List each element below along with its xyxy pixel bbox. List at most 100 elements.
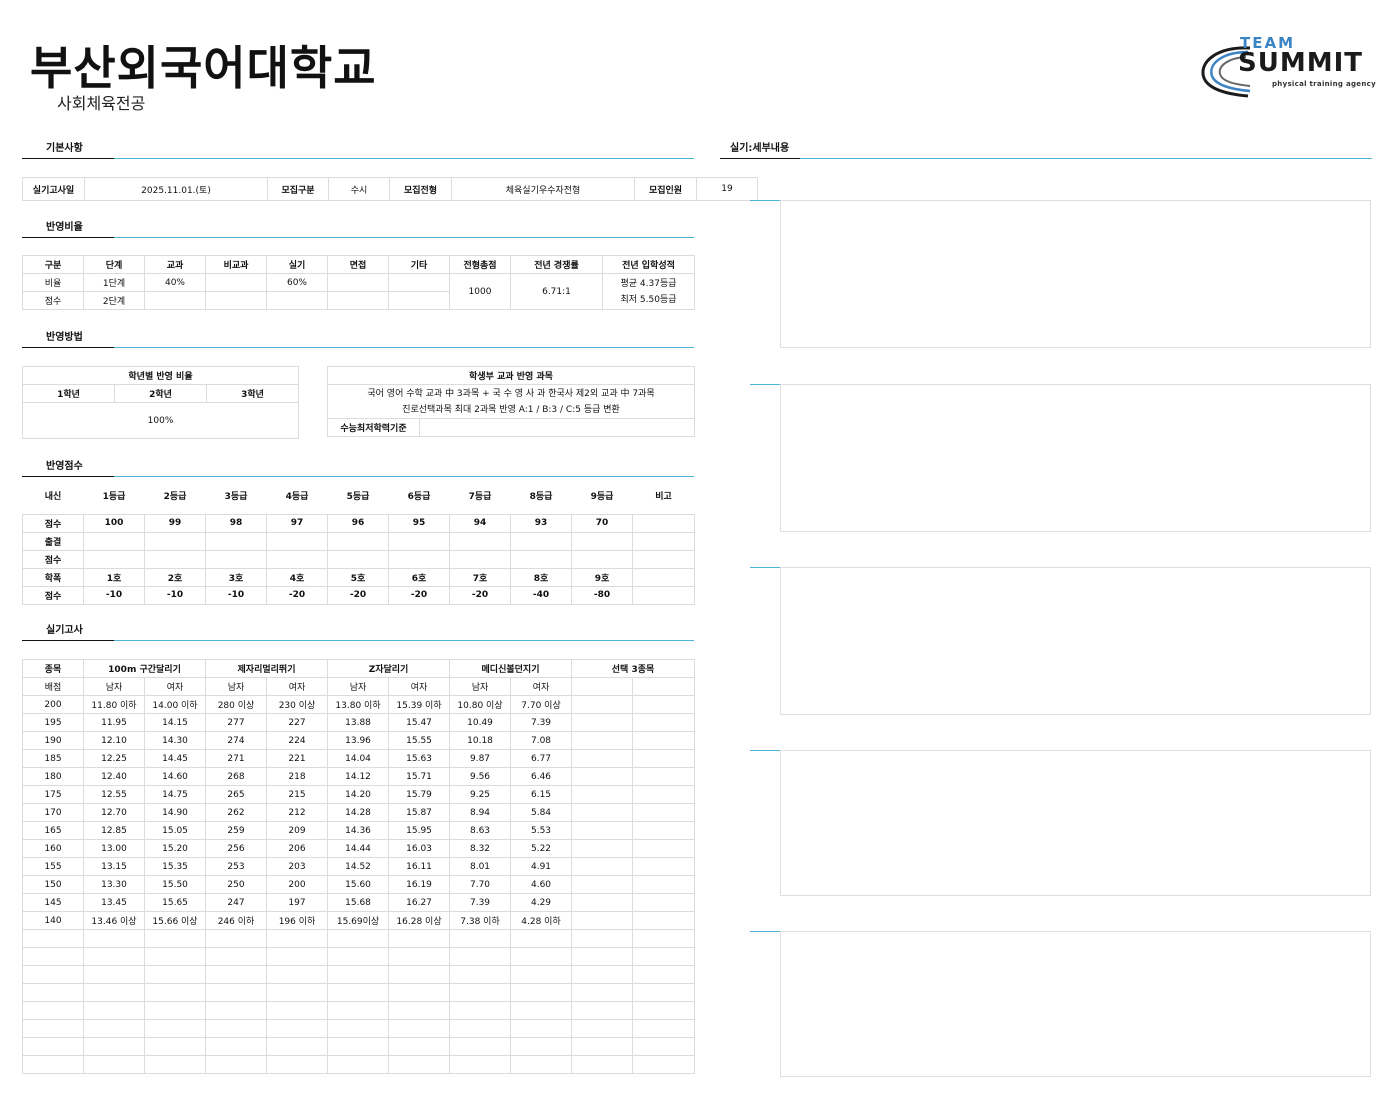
score-cell: 6호 [388,567,450,587]
ratio-table: 구분 단계 교과 비교과 실기 면접 기타 전형총점 전년 경쟁률 전년 입학성… [22,255,695,310]
ratio-competition: 6.71:1 [510,273,603,310]
table-row: 160 13.00 15.20 256 206 14.44 16.03 8.32 5.22 [22,839,696,858]
empty-cell [205,983,268,1002]
empty-cell [449,1001,512,1020]
ratio-header: 면접 [327,255,389,274]
csat-value [418,418,696,437]
practical-cell: 15.55 [388,731,451,750]
section-ratio: 반영비율 [22,221,694,241]
empty-cell [83,929,145,948]
team-summit-logo: TEAM SUMMIT physical training agency [1198,34,1382,100]
score-cell: -20 [449,585,511,605]
score-cell [449,549,511,569]
recruit-quota-label: 모집인원 [634,177,697,201]
ratio-header: 실기 [266,255,328,274]
section-ratio-label: 반영비율 [22,221,114,238]
empty-cell [571,983,634,1002]
empty-cell [22,1037,84,1056]
table-row: 195 11.95 14.15 277 227 13.88 15.47 10.49 7.39 [22,713,696,732]
practical-cell: 16.03 [388,839,451,858]
empty-cell [143,1001,207,1020]
score-cell [327,549,389,569]
table-row: 180 12.40 14.60 268 218 14.12 15.71 9.56 6.46 [22,767,696,786]
score-cell: 9호 [571,567,633,587]
empty-cell [327,1019,390,1038]
empty-cell [449,1037,512,1056]
empty-cell [143,983,207,1002]
female-header: 여자 [143,677,207,696]
empty-cell [266,965,329,984]
practical-cell: 16.11 [388,857,451,876]
empty-row [22,1055,696,1074]
empty-cell [449,965,512,984]
empty-cell [327,929,390,948]
practical-cell: 14.44 [327,839,390,858]
event-header: 종목 [22,659,84,678]
empty-cell [632,713,696,732]
score-cell: 4호 [266,567,328,587]
ratio-header: 구분 [22,255,84,274]
subject-line-2: 진로선택과목 최대 2과목 반영 A:1 / B:3 / C:5 등급 변환 [402,404,620,415]
empty-cell [205,1001,268,1020]
empty-cell [571,767,634,786]
practical-cell: 268 [205,767,268,786]
practical-cell: 13.45 [83,893,145,912]
score-cell: 100 [83,513,145,533]
score-cell: -10 [83,585,145,605]
empty-cell [205,947,268,966]
score-cell: 점수 [22,585,84,605]
empty-cell [266,1055,329,1074]
practical-cell: 14.45 [143,749,207,768]
practical-cell: 14.36 [327,821,390,840]
event-name: 제자리멀리뛰기 [205,659,329,678]
year-header: 3학년 [205,384,300,403]
practical-cell: 4.60 [510,875,573,894]
practical-cell: 8.01 [449,857,512,876]
event-name: 메디신볼던지기 [449,659,573,678]
empty-cell [327,983,390,1002]
event-name: 선택 3종목 [571,659,696,678]
empty-cell [22,929,84,948]
empty-cell [510,1055,573,1074]
score-cell [388,549,450,569]
empty-cell [571,1037,634,1056]
practical-cell: 13.96 [327,731,390,750]
subject-title: 학생부 교과 반영 과목 [326,366,696,385]
practical-cell: 230 이상 [266,695,329,714]
empty-cell [510,1001,573,1020]
empty-cell [205,929,268,948]
score-cell: 8호 [510,567,572,587]
score-cell: 96 [327,513,389,533]
practical-cell: 7.39 [510,713,573,732]
score-cell: -80 [571,585,633,605]
empty-cell [266,929,329,948]
empty-cell [388,1001,451,1020]
ratio-cell: 1단계 [83,273,145,292]
empty-row [22,1019,696,1038]
table-row: 점수 -10 -10 -10 -20 -20 -20 -20 -40 -80 [22,585,695,605]
score-cell [632,585,695,605]
exam-date: 2025.11.01.(토) [84,177,268,201]
score-cell: -10 [144,585,206,605]
practical-cell: 140 [22,911,84,930]
score-cell [632,549,695,569]
empty-cell [83,1037,145,1056]
recruit-track-label: 모집전형 [389,177,452,201]
score-cell: -20 [327,585,389,605]
ratio-cell [388,273,450,292]
empty-row [22,929,696,948]
female-header: 여자 [510,677,573,696]
practical-cell: 14.04 [327,749,390,768]
ratio-total: 1000 [449,273,511,310]
empty-cell [571,695,634,714]
empty-cell [571,749,634,768]
score-cell: 3호 [205,567,267,587]
score-cell [388,531,450,551]
empty-cell [143,1055,207,1074]
detail-box-1 [780,200,1371,348]
ratio-header: 교과 [144,255,206,274]
empty-cell [571,911,634,930]
empty-cell [327,1037,390,1056]
score-cell: 7호 [449,567,511,587]
ratio-header: 전형총점 [449,255,511,274]
